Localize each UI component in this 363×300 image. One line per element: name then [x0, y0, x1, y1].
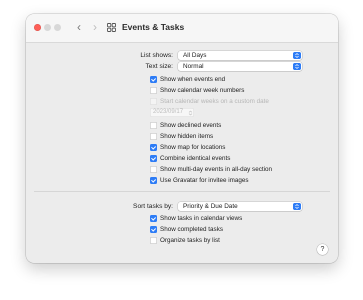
checkbox-unchecked-icon [150, 166, 157, 173]
minimize-button[interactable] [44, 24, 51, 31]
checkbox-unchecked-icon [150, 133, 157, 140]
option-label: Show declined events [160, 122, 222, 129]
option-label: Combine identical events [160, 155, 231, 162]
checkbox-checked-icon [150, 155, 157, 162]
back-button[interactable]: ‹ [73, 21, 85, 34]
option-label: Show tasks in calendar views [160, 215, 243, 222]
text-size-label: Text size: [145, 63, 173, 70]
option-label: Show calendar week numbers [160, 87, 245, 94]
option-label: Start calendar weeks on a custom date [160, 98, 269, 105]
window-title: Events & Tasks [122, 22, 185, 32]
checkbox-checked-icon [150, 226, 157, 233]
popup-chevron-icon [293, 52, 301, 59]
checkbox-unchecked-icon [150, 122, 157, 129]
option-label: Show completed tasks [160, 226, 223, 233]
checkbox-disabled-icon [150, 98, 157, 105]
sort-tasks-value: Priority & Due Date [183, 203, 238, 210]
zoom-button[interactable] [54, 24, 61, 31]
date-stepper-icon[interactable] [188, 110, 193, 116]
checkbox-checked-icon [150, 76, 157, 83]
text-size-popup[interactable]: Normal [178, 62, 302, 71]
forward-button[interactable]: › [89, 21, 101, 34]
sort-tasks-popup[interactable]: Priority & Due Date [178, 202, 302, 211]
help-button[interactable]: ? [317, 244, 328, 255]
option-label: Show map for locations [160, 144, 226, 151]
option-label: Show hidden items [160, 133, 214, 140]
section-divider [34, 191, 330, 192]
option-label: Show when events end [160, 76, 226, 83]
sort-tasks-label: Sort tasks by: [133, 203, 173, 210]
text-size-value: Normal [183, 63, 204, 70]
title-bar: ‹ › Events & Tasks [26, 14, 338, 43]
option-label: Use Gravatar for invitee images [160, 177, 249, 184]
checkbox-checked-icon [150, 144, 157, 151]
grid-icon[interactable] [107, 23, 116, 32]
checkbox-checked-icon [150, 177, 157, 184]
list-shows-value: All Days [183, 52, 207, 59]
popup-chevron-icon [293, 63, 301, 70]
close-button[interactable] [34, 24, 41, 31]
list-shows-label: List shows: [140, 52, 173, 59]
checkbox-checked-icon [150, 215, 157, 222]
checkbox-unchecked-icon [150, 237, 157, 244]
list-shows-popup[interactable]: All Days [178, 51, 302, 60]
popup-chevron-icon [293, 203, 301, 210]
preferences-window: ‹ › Events & Tasks List shows: All Days … [26, 14, 338, 263]
checkbox-unchecked-icon [150, 87, 157, 94]
option-label: Organize tasks by list [160, 237, 220, 244]
option-label: Show multi-day events in all-day section [160, 166, 272, 173]
custom-date-field[interactable]: 2023/09/17 [150, 108, 194, 117]
custom-date-value: 2023/09/17 [153, 109, 184, 115]
